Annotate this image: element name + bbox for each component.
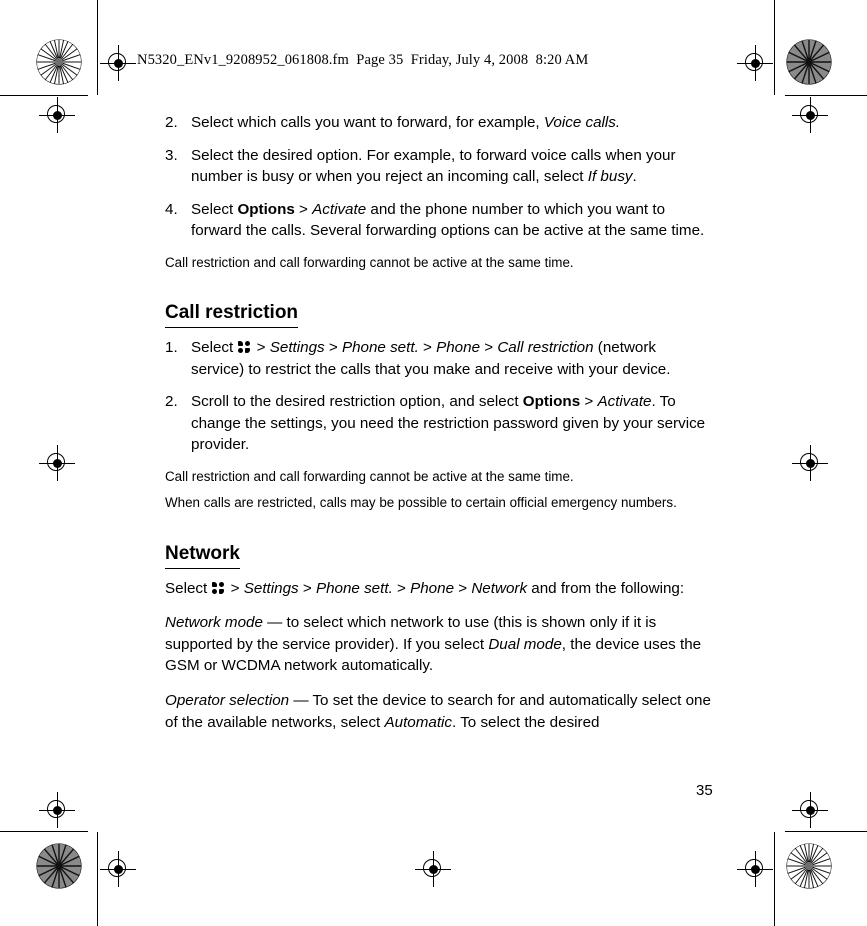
crop-mark-line <box>774 832 776 926</box>
emphasis-italic: Operator selection <box>165 692 290 709</box>
emphasis-italic: Network <box>471 579 528 597</box>
emphasis-bold: Options <box>237 200 295 218</box>
registration-crosshair <box>792 792 828 828</box>
crop-mark-line <box>0 95 88 97</box>
text-run: . <box>632 168 637 186</box>
text-run: > <box>252 339 270 357</box>
network-intro-paragraph: Select > Settings > Phone sett. > Phone … <box>165 578 713 600</box>
emphasis-italic: Settings <box>269 339 325 357</box>
registration-crosshair <box>39 97 75 133</box>
text-run: > <box>294 200 313 218</box>
list-item-number: 2. <box>165 114 178 131</box>
call-restriction-step: 2. Scroll to the desired restriction opti… <box>165 391 713 456</box>
text-run: Scroll to the desired restriction option… <box>191 393 523 411</box>
emphasis-italic: Activate <box>312 200 367 218</box>
list-item-number: 4. <box>165 200 178 218</box>
note-restriction-conflict: Call restriction and call forwarding can… <box>165 469 574 485</box>
text-run: Select which calls you want to forward, … <box>191 114 544 131</box>
list-item-text: Select which calls you want to forward, … <box>191 114 620 131</box>
emphasis-italic: Network mode <box>165 614 263 632</box>
starburst-target <box>786 843 832 889</box>
text-run: > <box>298 579 316 597</box>
list-item-text: Select the desired option. For example, … <box>191 147 676 186</box>
registration-crosshair <box>39 792 75 828</box>
emphasis-italic: Call restriction <box>497 339 594 357</box>
page-number: 35 <box>696 782 713 799</box>
call-forwarding-step: 3. Select the desired option. For example… <box>165 145 713 188</box>
text-run: > <box>226 579 244 597</box>
list-item-number: 3. <box>165 146 178 164</box>
file-header-strip: N5320_ENv1_9208952_061808.fm Page 35 Fri… <box>137 52 589 68</box>
text-run: Select <box>191 339 238 357</box>
text-run: . To select the desired <box>452 713 600 731</box>
menu-grid-icon <box>238 341 251 354</box>
registration-crosshair <box>737 851 773 887</box>
call-forwarding-step: 4. Select Options > Activate and the phon… <box>165 199 713 242</box>
menu-grid-icon <box>212 581 225 595</box>
registration-crosshair <box>792 445 828 481</box>
network-entries: Network mode — to select which network t… <box>165 612 713 733</box>
list-item-text: Select > Settings > Phone sett. > Phone … <box>191 339 670 378</box>
crop-mark-line <box>97 0 99 95</box>
note-emergency-numbers: When calls are restricted, calls may be … <box>165 495 677 511</box>
crop-mark-line <box>774 0 776 95</box>
list-item-number: 1. <box>165 339 178 357</box>
text-run: > <box>580 393 598 411</box>
text-run: Select <box>191 200 238 218</box>
starburst-target <box>36 39 82 85</box>
section-heading-call-restriction: Call restriction <box>165 302 299 329</box>
text-run: > <box>324 339 342 357</box>
emphasis-italic: Phone sett. <box>315 579 393 597</box>
crop-mark-line <box>97 832 99 926</box>
registration-crosshair <box>737 45 773 81</box>
crop-mark-line <box>785 831 867 833</box>
page-content: 2. Select which calls you want to forward… <box>165 112 713 746</box>
emphasis-italic: Voice calls. <box>543 114 621 131</box>
list-item-text: Select Options > Activate and the phone … <box>191 201 704 240</box>
text-run: Select <box>165 579 212 597</box>
text-run: > <box>392 579 411 597</box>
emphasis-italic: Phone <box>436 339 481 357</box>
emphasis-italic: Phone sett. <box>341 339 419 357</box>
text-run: > <box>454 579 472 597</box>
list-item-number: 2. <box>165 393 178 411</box>
registration-crosshair <box>792 97 828 133</box>
crop-mark-line <box>0 831 88 833</box>
emphasis-italic: Dual mode <box>488 635 562 653</box>
text-run: and from the following: <box>527 579 685 597</box>
text-run: > <box>418 339 437 357</box>
network-setting-entry: Operator selection — To set the device t… <box>165 690 713 733</box>
call-restriction-step-list: 1. Select > Settings > Phone sett. > Phon… <box>165 337 713 456</box>
registration-crosshair <box>100 851 136 887</box>
emphasis-bold: Options <box>522 393 581 411</box>
emphasis-italic: If busy <box>587 168 633 186</box>
crop-mark-line <box>785 95 867 97</box>
registration-crosshair <box>100 45 136 81</box>
note-forwarding-conflict: Call restriction and call forwarding can… <box>165 254 574 270</box>
call-forwarding-step: 2. Select which calls you want to forward… <box>165 112 713 134</box>
starburst-target <box>786 39 832 85</box>
registration-crosshair <box>415 851 451 887</box>
emphasis-italic: Activate <box>597 393 652 411</box>
emphasis-italic: Automatic <box>384 713 453 731</box>
call-restriction-step: 1. Select > Settings > Phone sett. > Phon… <box>165 337 713 380</box>
emphasis-italic: Phone <box>410 579 455 597</box>
starburst-target <box>36 843 82 889</box>
network-setting-entry: Network mode — to select which network t… <box>165 612 713 677</box>
call-forwarding-step-list: 2. Select which calls you want to forward… <box>165 112 713 242</box>
list-item-text: Scroll to the desired restriction option… <box>191 393 705 453</box>
emphasis-italic: Settings <box>243 579 299 597</box>
section-heading-network: Network <box>165 543 240 569</box>
registration-crosshair <box>39 445 75 481</box>
text-run: > <box>480 339 498 357</box>
